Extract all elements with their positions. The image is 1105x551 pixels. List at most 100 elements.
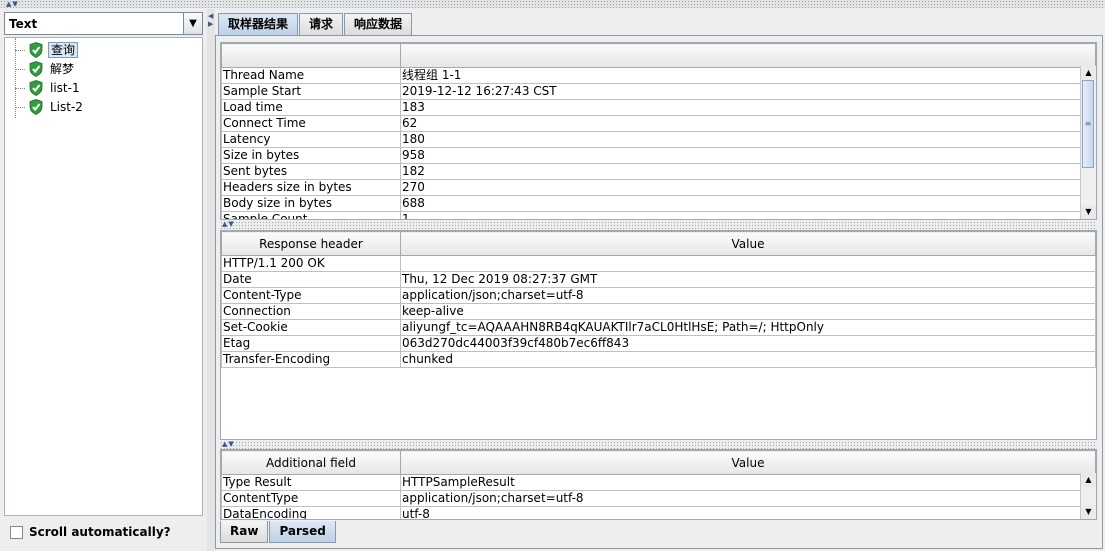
tab-response-data[interactable]: 响应数据 [344,13,413,35]
vertical-splitter-arrows[interactable]: ◀ ▶ [208,12,214,28]
row-key-cell: ContentType [221,490,401,507]
scroll-down-icon[interactable]: ▼ [1081,505,1096,519]
tab-parsed[interactable]: Parsed [269,521,336,543]
table-row[interactable]: Date Thu, 12 Dec 2019 08:27:37 GMT [221,271,1096,288]
table-row[interactable]: Sample Count 1 [221,211,1096,219]
row-key-cell: DataEncoding [221,506,401,519]
additional-field-table[interactable]: Additional field Value Type Result HTTPSa… [220,449,1097,520]
vertical-splitter[interactable] [207,9,215,551]
scroll-up-icon[interactable]: ▲ [1081,66,1096,80]
row-key-cell: Connection [221,303,401,320]
tree-node-label[interactable]: List-2 [48,99,85,115]
chevron-down-icon[interactable]: ▼ [183,13,202,34]
row-key-cell: Latency [221,131,401,148]
tree-node[interactable]: 解梦 [11,61,191,79]
main-tabs: 取样器结果 请求 响应数据 [218,13,413,35]
response-value-column[interactable]: Value [400,231,1096,256]
tree-node[interactable]: list-1 [11,80,191,98]
row-key-cell: Size in bytes [221,147,401,164]
scroll-up-icon[interactable]: ▲ [1081,473,1096,487]
success-shield-icon [29,80,43,96]
bottom-tabs: Raw Parsed [220,521,337,543]
row-value-cell: application/json;charset=utf-8 [400,490,1096,507]
row-value-cell: 1 [400,211,1096,219]
top-splitter[interactable] [0,0,1105,8]
scroll-automatically-option[interactable]: Scroll automatically? [4,518,203,546]
row-value-cell: aliyungf_tc=AQAAAHN8RB4qKAUAKTIlr7aCL0Ht… [400,319,1096,336]
row-value-cell: 线程组 1-1 [400,67,1096,84]
tree-node-label[interactable]: 查询 [48,42,79,58]
row-key-cell: Sent bytes [221,163,401,180]
row-value-cell [400,255,1096,272]
horizontal-splitter-2[interactable] [220,441,1097,449]
table-row[interactable]: ContentType application/json;charset=utf-… [221,490,1096,507]
row-value-cell: 063d270dc44003f39cf480b7ec6ff843 [400,335,1096,352]
row-value-cell: 180 [400,131,1096,148]
row-value-cell: 62 [400,115,1096,132]
sampler-header-empty-2[interactable] [400,43,1096,68]
scroll-automatically-checkbox[interactable] [10,525,23,539]
table-row[interactable]: Set-Cookie aliyungf_tc=AQAAAHN8RB4qKAUAKT… [221,319,1096,336]
scroll-thumb[interactable]: ≡ [1082,80,1094,168]
tree-node-label[interactable]: list-1 [48,80,82,96]
response-header-table[interactable]: Response header Value HTTP/1.1 200 OK Dat… [220,230,1097,440]
scroll-automatically-label: Scroll automatically? [29,525,171,539]
table-row[interactable]: Type Result HTTPSampleResult [221,474,1096,491]
table-row[interactable]: Transfer-Encoding chunked [221,351,1096,368]
tree-branch-line [15,107,25,108]
horizontal-splitter-1-arrows[interactable]: ▲▼ [222,221,235,228]
table-row[interactable]: DataEncoding utf-8 [221,506,1096,519]
renderer-combo[interactable]: Text ▼ [4,12,203,35]
row-key-cell: Body size in bytes [221,195,401,212]
table-row[interactable]: Load time 183 [221,99,1096,116]
table-row[interactable]: Latency 180 [221,131,1096,148]
sampler-scrollbar[interactable]: ▲ ≡ ▼ [1080,66,1096,219]
fields-scrollbar[interactable]: ▲ ▼ [1080,473,1096,519]
tree-node[interactable]: List-2 [11,99,191,117]
table-row[interactable]: Sent bytes 182 [221,163,1096,180]
table-row[interactable]: Body size in bytes 688 [221,195,1096,212]
success-shield-icon [29,99,43,115]
row-key-cell: Connect Time [221,115,401,132]
row-key-cell: Load time [221,99,401,116]
row-key-cell: Type Result [221,474,401,491]
sampler-grid: Thread Name 线程组 1-1 Sample Start 2019-12-12… [221,43,1096,219]
result-tree[interactable]: 查询解梦 list-1 List-2 [4,37,203,516]
row-key-cell: Sample Count [221,211,401,219]
tab-sampler-result[interactable]: 取样器结果 [218,13,299,35]
table-row[interactable]: Connect Time 62 [221,115,1096,132]
row-key-cell: Set-Cookie [221,319,401,336]
row-value-cell: 2019-12-12 16:27:43 CST [400,83,1096,100]
row-key-cell: Transfer-Encoding [221,351,401,368]
row-value-cell: utf-8 [400,506,1096,519]
additional-value-column[interactable]: Value [400,450,1096,475]
table-row[interactable]: Sample Start 2019-12-12 16:27:43 CST [221,83,1096,100]
additional-field-column[interactable]: Additional field [221,450,401,475]
horizontal-splitter-2-arrows[interactable]: ▲▼ [222,441,235,448]
row-value-cell: HTTPSampleResult [400,474,1096,491]
left-panel: Text ▼ 查询解梦 list-1 List-2 Scroll automatic… [0,9,207,551]
response-header-column[interactable]: Response header [221,231,401,256]
table-row[interactable]: Headers size in bytes 270 [221,179,1096,196]
tab-raw[interactable]: Raw [220,521,269,543]
sampler-result-table[interactable]: Thread Name 线程组 1-1 Sample Start 2019-12-12… [220,42,1097,220]
sampler-header-empty-1[interactable] [221,43,401,68]
scroll-down-icon[interactable]: ▼ [1081,205,1096,219]
tree-node[interactable]: 查询 [11,42,191,60]
tree-node-label[interactable]: 解梦 [48,61,76,77]
table-row[interactable]: Connection keep-alive [221,303,1096,320]
table-row[interactable]: Etag 063d270dc44003f39cf480b7ec6ff843 [221,335,1096,352]
table-row[interactable]: Size in bytes 958 [221,147,1096,164]
success-shield-icon [29,61,43,77]
success-shield-icon [29,42,43,58]
tree-branch-line [15,50,25,51]
horizontal-splitter-1[interactable] [220,221,1097,229]
tree-branch-line [15,88,25,89]
top-splitter-arrows[interactable]: ▲▼ [6,1,19,8]
tab-request[interactable]: 请求 [299,13,344,35]
row-value-cell: keep-alive [400,303,1096,320]
table-row[interactable]: Content-Type application/json;charset=utf… [221,287,1096,304]
table-row[interactable]: Thread Name 线程组 1-1 [221,67,1096,84]
row-value-cell: 182 [400,163,1096,180]
table-row[interactable]: HTTP/1.1 200 OK [221,255,1096,272]
